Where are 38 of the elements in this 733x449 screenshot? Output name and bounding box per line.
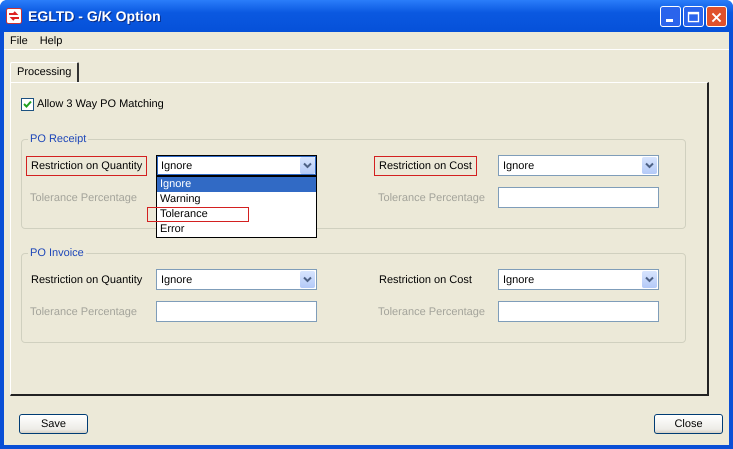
dropdown-option[interactable]: Warning xyxy=(157,192,316,207)
group-title: PO Invoice xyxy=(29,247,85,259)
field-label: Tolerance Percentage xyxy=(378,192,486,204)
minimize-icon xyxy=(666,18,673,22)
group-title: PO Receipt xyxy=(29,133,88,145)
maximize-button[interactable] xyxy=(683,6,704,26)
field-label: Tolerance Percentage xyxy=(378,306,486,318)
input-field[interactable] xyxy=(156,301,317,322)
app-icon xyxy=(6,8,22,24)
minimize-button[interactable] xyxy=(660,6,681,26)
checkbox[interactable] xyxy=(21,98,34,110)
chevron-down-icon xyxy=(300,271,315,288)
tab[interactable]: Processing xyxy=(10,62,80,82)
dropdown-option[interactable]: Error xyxy=(157,222,316,237)
field-label: Tolerance Percentage xyxy=(30,306,138,318)
field-label: Restriction on Cost xyxy=(374,156,477,176)
dropdown[interactable]: Ignore xyxy=(498,155,659,176)
dropdown-option[interactable]: Ignore xyxy=(157,177,316,192)
dialog-button[interactable]: Save xyxy=(19,414,88,434)
window-title: EGLTD - G/K Option xyxy=(28,8,162,24)
dialog-button[interactable]: Close xyxy=(654,414,723,434)
dropdown-option[interactable]: Tolerance xyxy=(147,207,249,222)
chevron-down-icon xyxy=(300,157,315,174)
checkbox-label: Allow 3 Way PO Matching xyxy=(37,98,164,110)
field-label: Tolerance Percentage xyxy=(30,192,138,204)
field-label: Restriction on Cost xyxy=(378,272,473,288)
field-label: Restriction on Quantity xyxy=(30,272,144,288)
input-field[interactable] xyxy=(498,187,659,208)
chevron-down-icon xyxy=(642,157,657,174)
menu-item[interactable]: File xyxy=(10,34,28,46)
dropdown[interactable]: Ignore xyxy=(498,269,659,290)
chevron-down-icon xyxy=(642,271,657,288)
close-button[interactable] xyxy=(706,6,727,26)
dropdown[interactable]: Ignore xyxy=(156,155,317,176)
input-field[interactable] xyxy=(498,301,659,322)
dropdown[interactable]: Ignore xyxy=(156,269,317,290)
field-label: Restriction on Quantity xyxy=(26,156,148,176)
menu-item[interactable]: Help xyxy=(40,34,62,46)
